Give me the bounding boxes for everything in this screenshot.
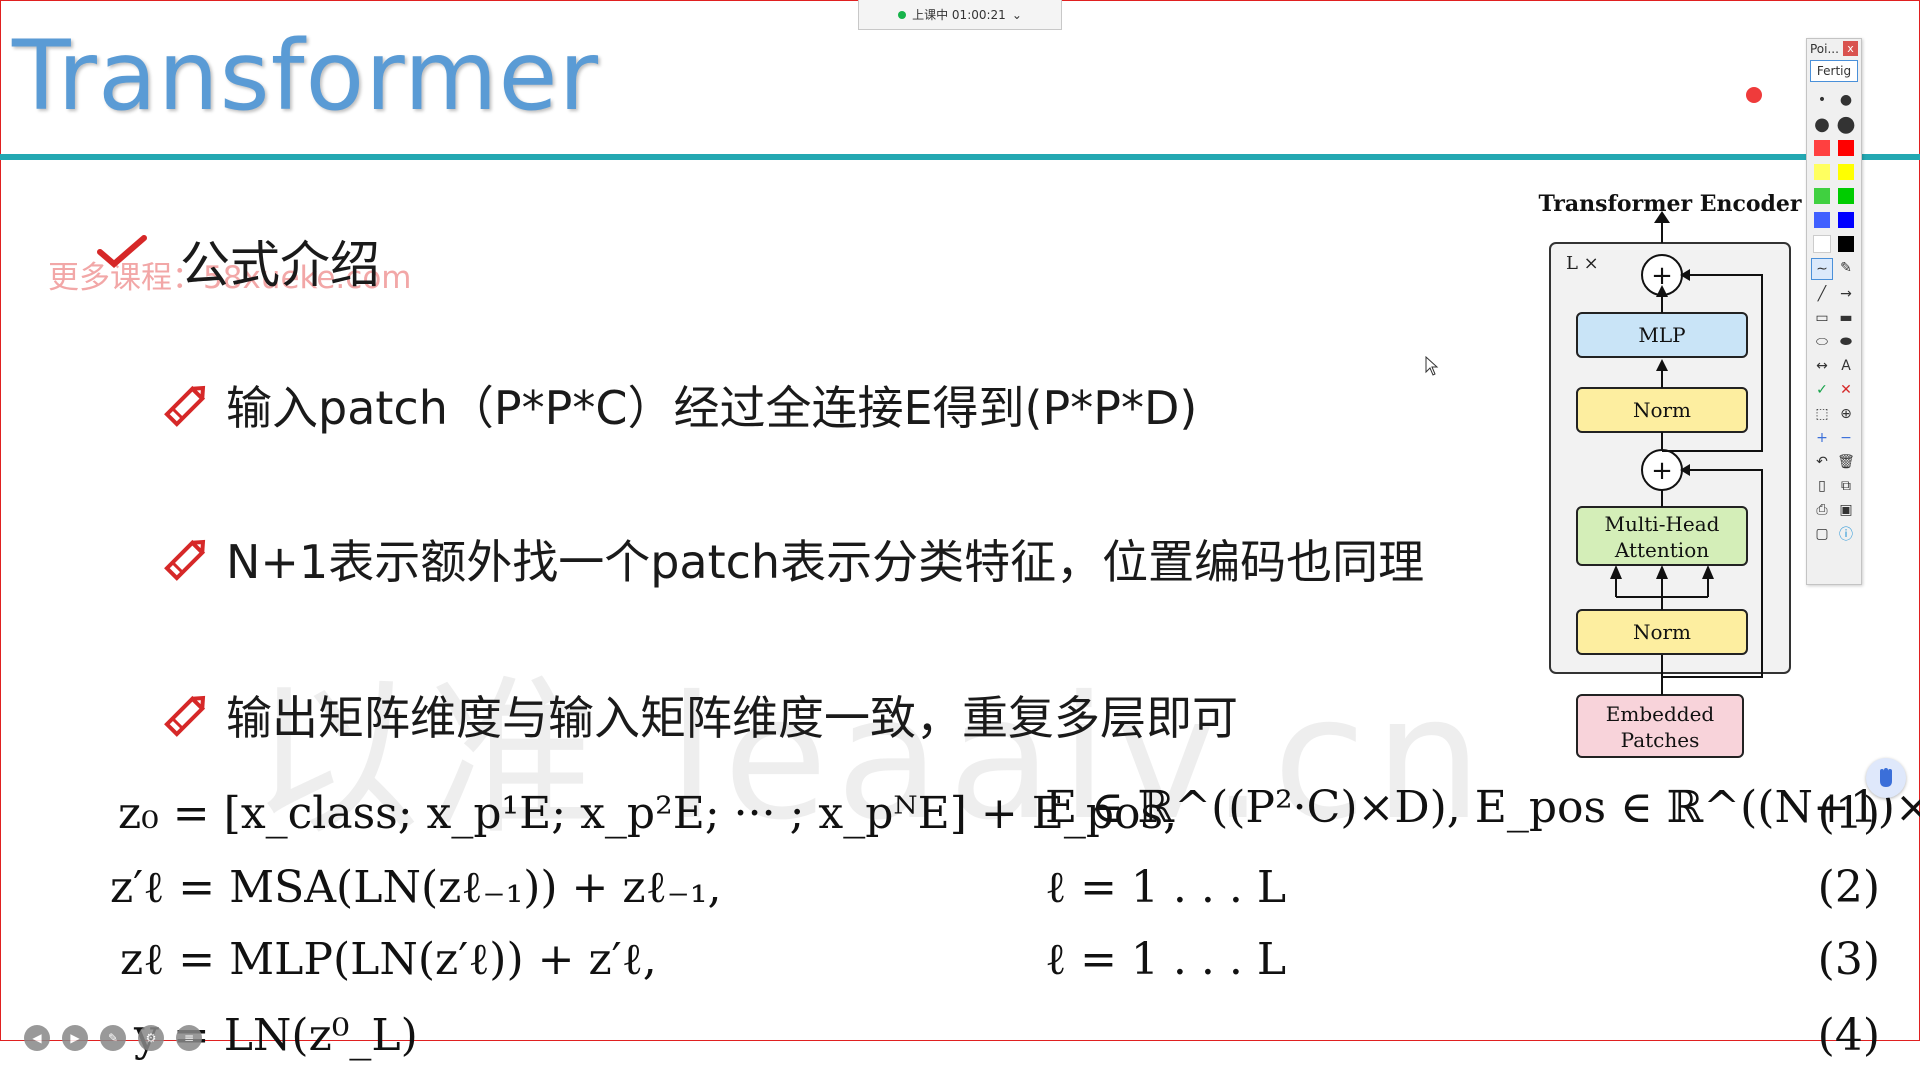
color-swatch-green[interactable] xyxy=(1835,186,1857,206)
title-divider xyxy=(0,154,1920,160)
close-icon[interactable]: x xyxy=(1843,41,1858,56)
bullet-text: N+1表示额外找一个patch表示分类特征，位置编码也同理 xyxy=(226,535,1425,589)
info-icon[interactable]: ⓘ xyxy=(1835,524,1857,544)
transformer-encoder-diagram: Transformer Encoder L × + MLP Norm + Mul… xyxy=(1538,191,1802,758)
pencil-icon xyxy=(164,695,206,737)
rectangle-tool-icon[interactable]: ▭ xyxy=(1811,308,1833,328)
pointer-toolbar: Poi... x Fertig • ● ● ● ∼ ✎ ╱ → ▭ ▬ ⬭ ⬬ … xyxy=(1806,38,1862,585)
undo-icon[interactable]: ↶ xyxy=(1811,452,1833,472)
zoom-out-icon[interactable]: − xyxy=(1835,428,1857,448)
zoom-in-icon[interactable]: + xyxy=(1811,428,1833,448)
print-icon[interactable]: ⎙ xyxy=(1811,500,1833,520)
bullet-item: 输出矩阵维度与输入矩阵维度一致，重复多层即可 xyxy=(160,682,1238,748)
mouse-cursor-icon xyxy=(1425,356,1439,376)
floating-assistant-button[interactable] xyxy=(1866,758,1906,798)
equation-3-number: (3) xyxy=(1817,934,1880,985)
bullet-item: 输入patch（P*P*C）经过全连接E得到(P*P*D) xyxy=(160,372,1197,438)
color-swatch-light-green[interactable] xyxy=(1811,186,1833,206)
color-swatch-light-blue[interactable] xyxy=(1811,210,1833,230)
menu-icon[interactable]: ≡ xyxy=(176,1025,202,1051)
svg-text:Attention: Attention xyxy=(1614,538,1709,562)
pen-size-large-icon[interactable]: ● xyxy=(1811,114,1833,135)
pen-size-small-icon[interactable]: • xyxy=(1811,90,1833,110)
svg-text:Norm: Norm xyxy=(1633,398,1691,422)
equation-3-rhs: ℓ = 1 . . . L xyxy=(1045,934,1287,985)
equation-1-lhs: z₀ = [x_class; x_p¹E; x_p²E; ··· ; x_pᴺE… xyxy=(118,788,1178,839)
next-icon[interactable]: ▶ xyxy=(62,1025,88,1051)
svg-text:Norm: Norm xyxy=(1633,620,1691,644)
double-arrow-tool-icon[interactable]: ↔ xyxy=(1811,356,1833,376)
color-swatch-blue[interactable] xyxy=(1835,210,1857,230)
svg-text:Multi-Head: Multi-Head xyxy=(1605,512,1720,536)
equation-2-lhs: z′ℓ = MSA(LN(zℓ₋₁)) + zℓ₋₁, xyxy=(110,862,722,913)
svg-text:Patches: Patches xyxy=(1621,728,1700,752)
equation-4-number: (4) xyxy=(1817,1010,1880,1061)
color-swatch-black[interactable] xyxy=(1835,234,1857,254)
equation-1-rhs: E ∈ ℝ^((P²·C)×D), E_pos ∈ ℝ^((N+1)×D) xyxy=(1045,782,1920,833)
trash-icon[interactable]: 🗑 xyxy=(1835,452,1857,472)
bullet-item: N+1表示额外找一个patch表示分类特征，位置编码也同理 xyxy=(160,526,1424,592)
svg-text:MLP: MLP xyxy=(1638,323,1685,347)
line-tool-icon[interactable]: ╱ xyxy=(1811,284,1833,304)
chevron-down-icon: ⌄ xyxy=(1011,7,1022,22)
freehand-tool-icon[interactable]: ∼ xyxy=(1811,258,1833,280)
new-page-icon[interactable]: ▯ xyxy=(1811,476,1833,496)
pen-size-medium-icon[interactable]: ● xyxy=(1835,90,1857,110)
text-tool-icon[interactable]: A xyxy=(1835,356,1857,376)
color-swatch-light-red[interactable] xyxy=(1811,138,1833,158)
done-button[interactable]: Fertig xyxy=(1810,60,1858,82)
color-swatch-red[interactable] xyxy=(1835,138,1857,158)
settings-icon[interactable]: ⚙ xyxy=(138,1025,164,1051)
equation-3-lhs: zℓ = MLP(LN(z′ℓ)) + z′ℓ, xyxy=(120,934,657,985)
copy-icon[interactable]: ⧉ xyxy=(1835,476,1857,496)
previous-icon[interactable]: ◀ xyxy=(24,1025,50,1051)
filled-ellipse-tool-icon[interactable]: ⬬ xyxy=(1835,332,1857,352)
filled-rectangle-tool-icon[interactable]: ▬ xyxy=(1835,308,1857,328)
checkmark-icon xyxy=(97,235,147,268)
svg-text:+: + xyxy=(1651,456,1673,486)
screen-icon[interactable]: ▢ xyxy=(1811,524,1833,544)
session-status-pill[interactable]: 上课中 01:00:21 ⌄ xyxy=(858,0,1062,30)
bullet-text: 输出矩阵维度与输入矩阵维度一致，重复多层即可 xyxy=(226,691,1238,745)
color-swatch-light-yellow[interactable] xyxy=(1811,162,1833,182)
pencil-icon xyxy=(164,385,206,427)
check-stamp-icon[interactable]: ✓ xyxy=(1811,380,1833,400)
live-status-dot xyxy=(898,10,907,19)
pen-icon[interactable]: ✎ xyxy=(100,1025,126,1051)
svg-text:Embedded: Embedded xyxy=(1606,702,1715,726)
pen-size-xlarge-icon[interactable]: ● xyxy=(1835,112,1857,137)
ellipse-tool-icon[interactable]: ⬭ xyxy=(1811,332,1833,352)
section-heading: 公式介绍 xyxy=(180,236,380,294)
diagram-title: Transformer Encoder xyxy=(1538,191,1801,217)
pencil-icon xyxy=(164,539,206,581)
cross-stamp-icon[interactable]: ✕ xyxy=(1835,380,1857,400)
toolbar-title: Poi... xyxy=(1810,41,1839,56)
color-swatch-yellow[interactable] xyxy=(1835,162,1857,182)
eraser-icon[interactable]: ✎ xyxy=(1835,258,1857,278)
save-icon[interactable]: ▣ xyxy=(1835,500,1857,520)
crop-tool-icon[interactable]: ⬚ xyxy=(1811,404,1833,424)
bullet-text: 输入patch（P*P*C）经过全连接E得到(P*P*D) xyxy=(226,381,1198,435)
laser-pointer-dot xyxy=(1746,87,1762,103)
zoom-tool-icon[interactable]: ⊕ xyxy=(1835,404,1857,424)
equation-2-number: (2) xyxy=(1817,862,1880,913)
hand-icon xyxy=(1880,768,1892,787)
player-controls: ◀ ▶ ✎ ⚙ ≡ xyxy=(24,1025,202,1051)
slide-title: Transformer xyxy=(12,20,600,132)
equation-2-rhs: ℓ = 1 . . . L xyxy=(1045,862,1287,913)
equation-1-number: (1) xyxy=(1817,788,1880,839)
arrow-tool-icon[interactable]: → xyxy=(1835,284,1857,304)
repeat-label: L × xyxy=(1566,253,1599,274)
color-swatch-white[interactable] xyxy=(1811,234,1833,254)
session-status-text: 上课中 01:00:21 xyxy=(912,8,1006,22)
